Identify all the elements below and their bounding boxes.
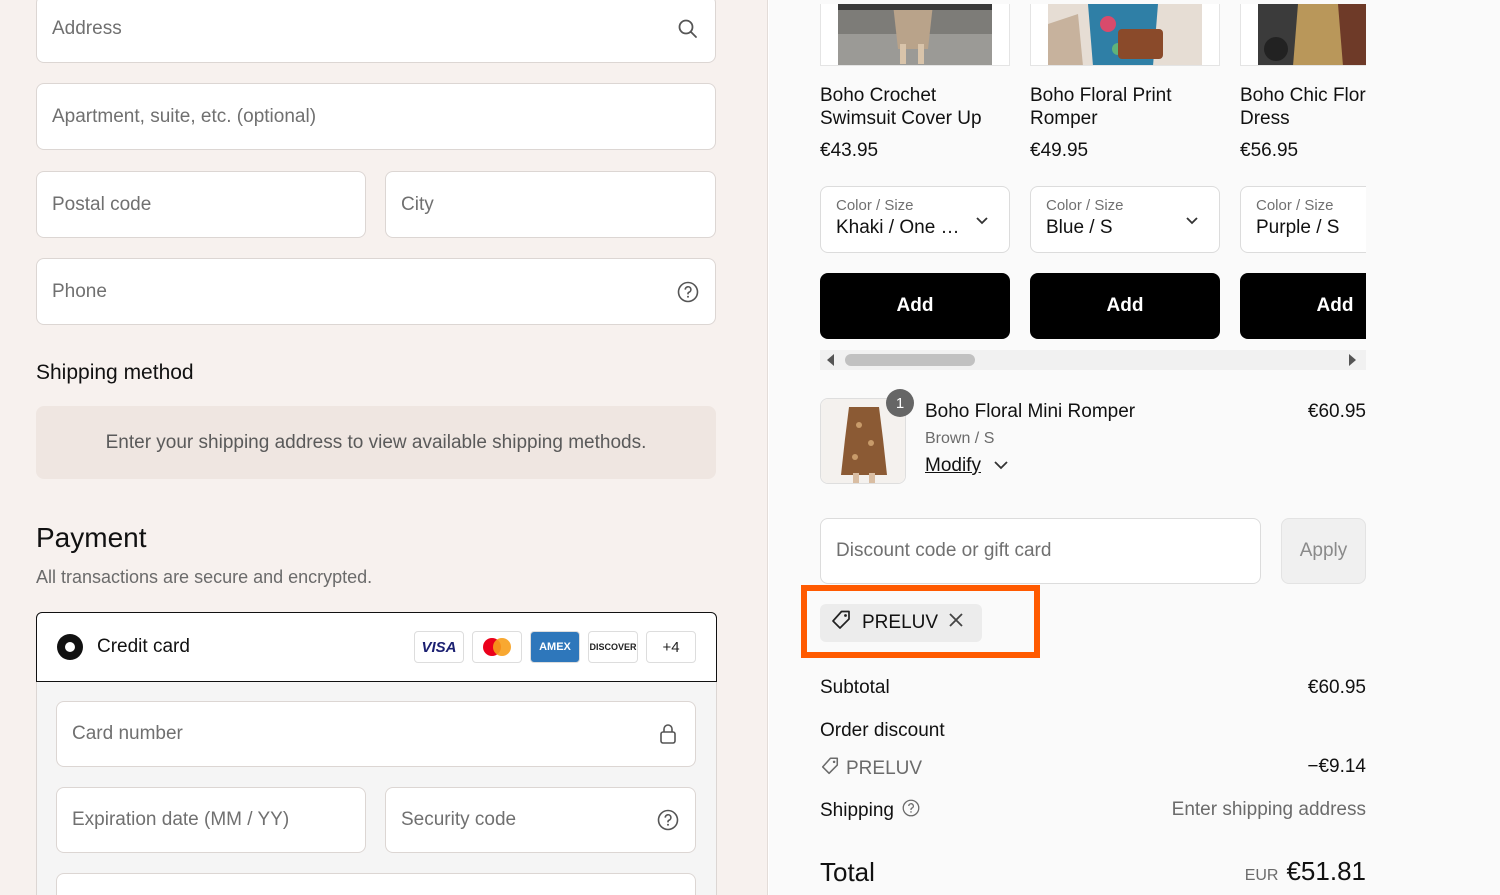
product-price: €56.95 <box>1240 140 1299 161</box>
apartment-placeholder: Apartment, suite, etc. (optional) <box>52 105 317 127</box>
amex-logo: AMEX <box>530 631 580 663</box>
city-placeholder: City <box>401 193 434 215</box>
cart-item-variant: Brown / S <box>925 430 995 447</box>
address-placeholder: Address <box>52 18 122 39</box>
address-input[interactable]: Address <box>36 0 716 63</box>
visa-logo: VISA <box>414 631 464 663</box>
order-discount-code-row: PRELUV <box>820 756 922 782</box>
variant-select-value: Blue / S <box>1046 217 1113 238</box>
chevron-down-icon <box>1185 213 1199 231</box>
variant-select-label: Color / Size <box>836 197 914 214</box>
phone-placeholder: Phone <box>52 280 107 302</box>
checkout-form-panel: Address Apartment, suite, etc. (optional… <box>0 0 768 895</box>
shipping-method-notice: Enter your shipping address to view avai… <box>36 406 716 479</box>
cart-item-name: Boho Floral Mini Romper <box>925 401 1136 422</box>
variant-select-value: Purple / S <box>1256 217 1340 238</box>
chevron-down-icon <box>975 213 989 231</box>
product-price: €49.95 <box>1030 140 1089 161</box>
product-price: €43.95 <box>820 140 879 161</box>
expiration-date-placeholder: Expiration date (MM / YY) <box>72 809 290 830</box>
variant-select-label: Color / Size <box>1046 197 1124 214</box>
shipping-row: Shipping <box>820 799 920 823</box>
postal-code-placeholder: Postal code <box>52 193 152 215</box>
help-icon[interactable] <box>676 280 700 304</box>
scroll-left-arrow-icon[interactable] <box>825 353 835 372</box>
add-button[interactable]: Add <box>1030 273 1220 339</box>
modify-link[interactable]: Modify <box>925 455 981 477</box>
chevron-down-icon <box>993 457 1009 475</box>
product-image[interactable] <box>1240 4 1366 66</box>
cart-item-price: €60.95 <box>1307 401 1366 422</box>
total-label: Total <box>820 857 875 887</box>
more-cards-badge: +4 <box>646 631 696 663</box>
discount-code-input[interactable]: Discount code or gift card <box>820 518 1261 584</box>
city-input[interactable]: City <box>385 171 716 238</box>
payment-subtitle: All transactions are secure and encrypte… <box>36 567 373 587</box>
card-number-placeholder: Card number <box>72 723 183 744</box>
apply-discount-button[interactable]: Apply <box>1281 518 1366 584</box>
variant-select[interactable]: Color / Size Khaki / One … <box>820 186 1010 253</box>
product-name[interactable]: Boho Crochet Swimsuit Cover Up <box>820 84 1010 130</box>
credit-card-radio[interactable] <box>57 634 83 660</box>
apartment-input[interactable]: Apartment, suite, etc. (optional) <box>36 83 716 150</box>
help-icon[interactable] <box>656 808 680 832</box>
security-code-placeholder: Security code <box>401 809 517 830</box>
total-value: €51.81 <box>1286 856 1366 886</box>
shipping-method-heading: Shipping method <box>36 361 194 384</box>
product-image[interactable] <box>1030 4 1220 66</box>
order-discount-value: −€9.14 <box>1307 756 1366 777</box>
product-name[interactable]: Boho Chic Floral Mini Dress <box>1240 84 1366 130</box>
total-row: EUR €51.81 <box>1245 856 1366 887</box>
subtotal-label: Subtotal <box>820 677 890 698</box>
discover-logo: DISCOVER <box>588 631 638 663</box>
shipping-value: Enter shipping address <box>1171 799 1366 820</box>
scroll-right-arrow-icon[interactable] <box>1348 353 1358 372</box>
variant-select[interactable]: Color / Size Purple / S <box>1240 186 1366 253</box>
product-image[interactable] <box>820 4 1010 66</box>
subtotal-value: €60.95 <box>1307 677 1366 698</box>
discount-code-placeholder: Discount code or gift card <box>836 540 1052 561</box>
payment-heading: Payment <box>36 522 147 553</box>
phone-input[interactable]: Phone <box>36 258 716 325</box>
postal-code-input[interactable]: Postal code <box>36 171 366 238</box>
product-name[interactable]: Boho Floral Print Romper <box>1030 84 1220 130</box>
order-discount-code: PRELUV <box>846 758 923 779</box>
variant-select-value: Khaki / One … <box>836 217 960 238</box>
variant-select[interactable]: Color / Size Blue / S <box>1030 186 1220 253</box>
credit-card-label: Credit card <box>97 636 190 657</box>
highlight-box <box>801 585 1040 658</box>
name-on-card-input[interactable] <box>56 873 696 895</box>
lock-icon <box>656 722 680 746</box>
tag-icon <box>820 756 840 782</box>
security-code-input[interactable]: Security code <box>385 787 696 853</box>
card-number-input[interactable]: Card number <box>56 701 696 767</box>
add-button[interactable]: Add <box>820 273 1010 339</box>
expiration-date-input[interactable]: Expiration date (MM / YY) <box>56 787 366 853</box>
quantity-badge: 1 <box>886 389 914 417</box>
mastercard-logo <box>472 631 522 663</box>
add-button[interactable]: Add <box>1240 273 1366 339</box>
shipping-label: Shipping <box>820 800 894 821</box>
search-icon <box>676 17 700 41</box>
variant-select-label: Color / Size <box>1256 197 1334 214</box>
upsell-carousel: Boho Crochet Swimsuit Cover Up €43.95 Co… <box>820 0 1366 350</box>
help-icon[interactable] <box>902 799 920 823</box>
carousel-scroll-thumb[interactable] <box>845 354 975 366</box>
order-discount-label: Order discount <box>820 720 945 741</box>
total-currency: EUR <box>1244 867 1279 884</box>
credit-card-option[interactable]: Credit card VISA AMEX DISCOVER +4 <box>36 612 717 682</box>
card-logos: VISA AMEX DISCOVER +4 <box>414 631 696 663</box>
modify-toggle[interactable]: Modify <box>925 455 1009 477</box>
